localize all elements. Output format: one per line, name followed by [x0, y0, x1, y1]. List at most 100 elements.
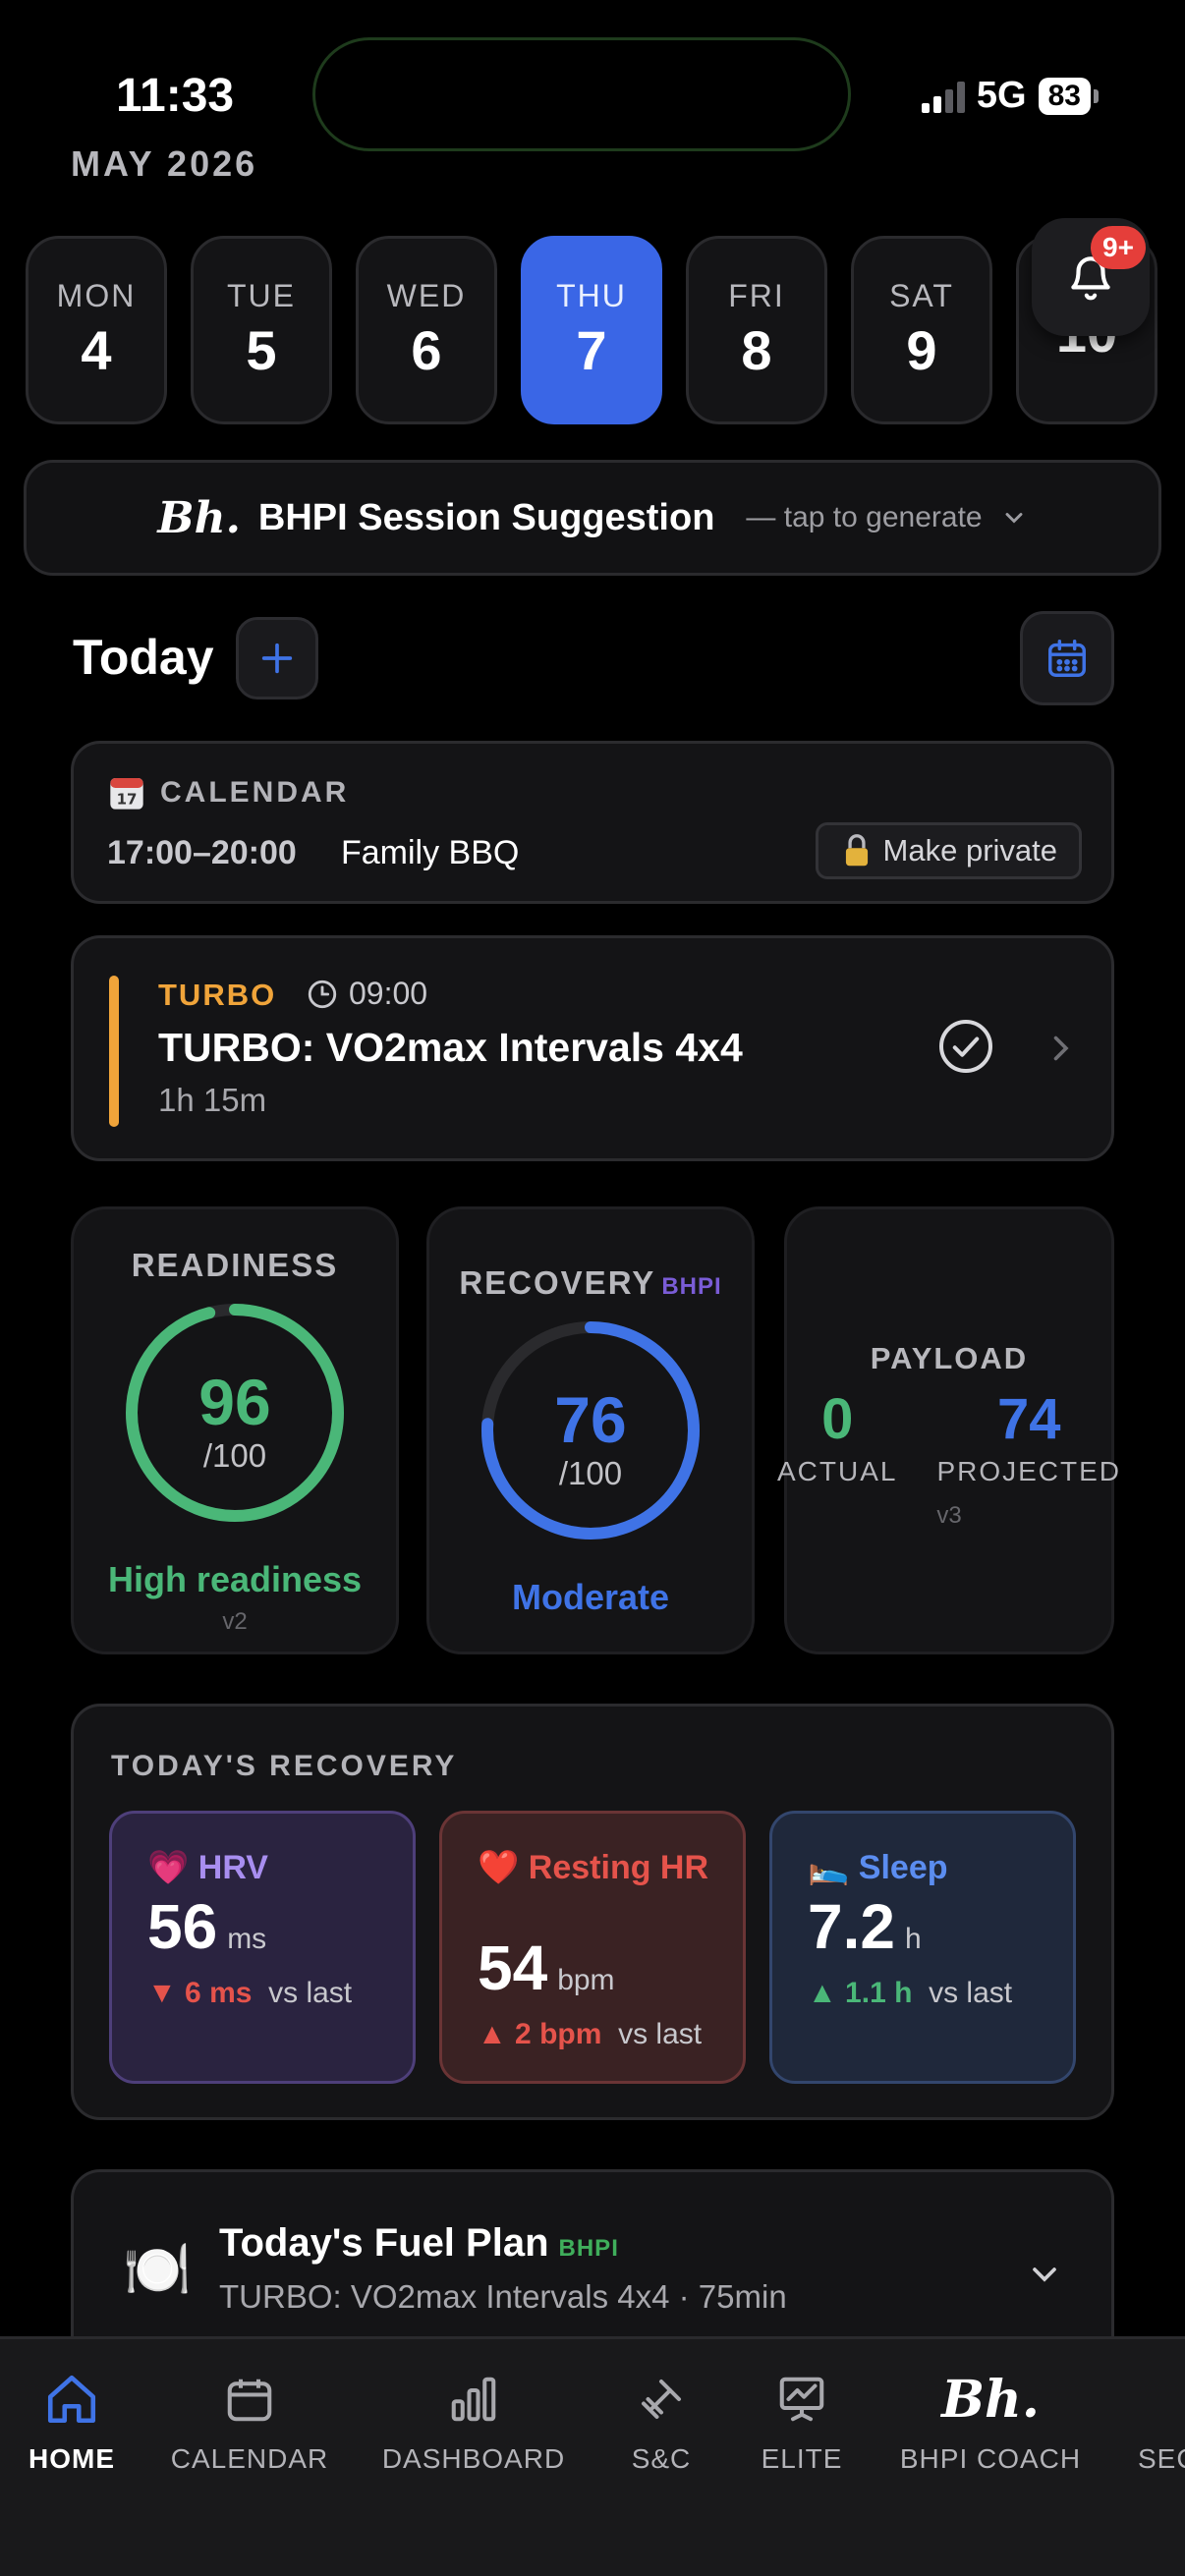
week-strip: MON4 TUE5 WED6 THU7 FRI8 SAT9 10 — [26, 236, 1157, 424]
calendar-card-label: CALENDAR — [160, 776, 350, 809]
arrow-down-icon: ▼ — [147, 1977, 177, 2009]
suggestion-title: BHPI Session Suggestion — [257, 496, 715, 538]
payload-version: v3 — [936, 1502, 962, 1529]
dynamic-island — [312, 37, 851, 151]
hrv-tile[interactable]: 💗 HRV 56 ms ▼ 6 ms vs last — [109, 1811, 416, 2084]
fuel-plan-subtitle: TURBO: VO2max Intervals 4x4 · 75min — [219, 2278, 787, 2315]
status-time: 11:33 — [116, 70, 235, 122]
session-title: TURBO: VO2max Intervals 4x4 — [158, 1025, 743, 1070]
sleep-tile[interactable]: 🛌 Sleep 7.2 h ▲ 1.1 h vs last — [769, 1811, 1076, 2084]
sleep-delta: ▲ 1.1 h vs last — [808, 1977, 1013, 2009]
home-icon — [47, 2375, 96, 2424]
readiness-max: /100 — [202, 1437, 267, 1474]
tab-bhpi-coach[interactable]: Bh. BHPI COACH — [900, 2363, 1080, 2475]
bar-chart-icon — [451, 2377, 496, 2422]
payload-actual-label: ACTUAL — [776, 1456, 898, 1486]
today-heading: Today — [73, 630, 214, 685]
recovery-value: 76 — [554, 1383, 627, 1456]
payload-label: PAYLOAD — [870, 1341, 1029, 1375]
tab-calendar[interactable]: CALENDAR — [171, 2363, 327, 2475]
make-private-button[interactable]: Make private — [815, 822, 1082, 879]
resting-hr-value-row: 54 bpm — [478, 1932, 615, 2003]
payload-card[interactable]: PAYLOAD 0 ACTUAL 74 PROJECTED v3 — [777, 1206, 1119, 1654]
session-suggestion-button[interactable]: Bh. BHPI Session Suggestion — tap to gen… — [24, 460, 1161, 576]
readiness-label: READINESS — [131, 1247, 339, 1283]
day-fri[interactable]: FRI 8 — [686, 236, 827, 424]
tab-sec-partial[interactable]: SEC — [1138, 2363, 1185, 2475]
recovery-bhpi-tag: BHPI — [661, 1273, 722, 1300]
todays-recovery-title: TODAY'S RECOVERY — [111, 1750, 458, 1782]
arrow-up-icon: ▲ — [478, 2018, 507, 2050]
event-time: 17:00–20:00 — [107, 834, 297, 871]
fuel-plan-title: Today's Fuel Plan — [219, 2221, 549, 2265]
bottom-tab-bar: HOME CALENDAR DASHBOARD S&C ELITE Bh. BH… — [0, 2336, 1185, 2576]
month-label: MAY 2026 — [71, 143, 258, 184]
calendar-icon — [227, 2379, 272, 2422]
payload-projected-label: PROJECTED — [936, 1456, 1122, 1486]
status-indicators: 5G 83 — [921, 75, 1099, 117]
bhpi-logo-icon: Bh. — [941, 2369, 1040, 2430]
calendar-view-button[interactable] — [1020, 611, 1114, 705]
session-duration: 1h 15m — [158, 1082, 267, 1118]
tab-dashboard[interactable]: DASHBOARD — [382, 2363, 564, 2475]
fuel-bhpi-tag: BHPI — [558, 2235, 619, 2262]
todays-recovery-card: TODAY'S RECOVERY 💗 HRV 56 ms ▼ 6 ms vs la… — [71, 1704, 1114, 2120]
tab-home[interactable]: HOME — [28, 2363, 114, 2475]
session-card[interactable]: TURBO 09:00 TURBO: VO2max Intervals 4x4 … — [71, 935, 1114, 1161]
heart-sparkle-icon: 💗 — [147, 1849, 190, 1886]
day-sat[interactable]: SAT 9 — [851, 236, 992, 424]
payload-projected-value: 74 — [996, 1387, 1061, 1451]
day-mon[interactable]: MON 4 — [26, 236, 167, 424]
readiness-card[interactable]: READINESS 96 /100 High readiness v2 — [71, 1206, 399, 1654]
heart-icon: ❤️ — [478, 1849, 520, 1886]
recovery-max: /100 — [558, 1455, 623, 1491]
calendar-event-card[interactable]: 17 CALENDAR 17:00–20:00 Family BBQ Make … — [71, 741, 1114, 904]
bhpi-logo-icon: Bh. — [157, 492, 241, 543]
plate-cutlery-icon: 🍽️ — [123, 2238, 192, 2300]
tab-elite[interactable]: ELITE — [762, 2363, 841, 2475]
bed-icon: 🛌 — [808, 1849, 850, 1886]
recovery-card[interactable]: RECOVERY BHPI 76 /100 Moderate — [426, 1206, 755, 1654]
recovery-status: Moderate — [511, 1577, 670, 1617]
clock-icon — [308, 980, 337, 1008]
svg-text:17: 17 — [117, 791, 138, 809]
lock-icon — [845, 834, 868, 867]
make-private-label: Make private — [882, 833, 1057, 868]
session-type-tag: TURBO — [158, 978, 277, 1012]
resting-hr-tile[interactable]: ❤️ Resting HR 54 bpm ▲ 2 bpm vs last — [439, 1811, 746, 2084]
session-time: 09:00 — [349, 976, 428, 1011]
chevron-right-icon[interactable] — [1043, 1029, 1078, 1068]
recovery-label: RECOVERY BHPI — [459, 1264, 722, 1301]
complete-check-icon[interactable] — [936, 1017, 995, 1076]
sleep-label: Sleep — [858, 1849, 948, 1886]
resting-hr-label: Resting HR — [528, 1849, 709, 1886]
readiness-version: v2 — [222, 1608, 248, 1635]
notification-badge: 9+ — [1091, 226, 1146, 269]
day-tue[interactable]: TUE 5 — [191, 236, 332, 424]
calendar-emoji-icon: 17 — [110, 778, 143, 810]
readiness-status: High readiness — [107, 1559, 363, 1599]
hrv-value-row: 56 ms — [147, 1891, 267, 1962]
session-accent-bar — [109, 976, 119, 1127]
suggestion-hint: — tap to generate — [746, 501, 983, 533]
battery-level: 83 — [1038, 77, 1091, 115]
fuel-plan-title-row: Today's Fuel Plan BHPI — [219, 2221, 619, 2266]
hrv-delta: ▼ 6 ms vs last — [147, 1977, 353, 2009]
tab-strength-conditioning[interactable]: S&C — [629, 2363, 694, 2475]
resting-hr-delta: ▲ 2 bpm vs last — [478, 2018, 703, 2050]
network-type: 5G — [976, 75, 1027, 116]
event-title: Family BBQ — [341, 834, 520, 871]
payload-actual-value: 0 — [821, 1387, 854, 1451]
arrow-up-icon: ▲ — [808, 1977, 837, 2009]
presentation-chart-icon — [779, 2377, 824, 2422]
day-wed[interactable]: WED 6 — [356, 236, 497, 424]
chevron-down-icon[interactable] — [1025, 2255, 1064, 2294]
signal-icon — [921, 80, 965, 113]
plus-icon — [261, 643, 293, 674]
calendar-grid-icon — [1048, 640, 1086, 677]
hrv-label: HRV — [198, 1849, 268, 1886]
day-thu-selected[interactable]: THU 7 — [521, 236, 662, 424]
chevron-down-icon — [1005, 513, 1023, 524]
readiness-value: 96 — [198, 1366, 271, 1438]
add-session-button[interactable] — [236, 617, 318, 700]
